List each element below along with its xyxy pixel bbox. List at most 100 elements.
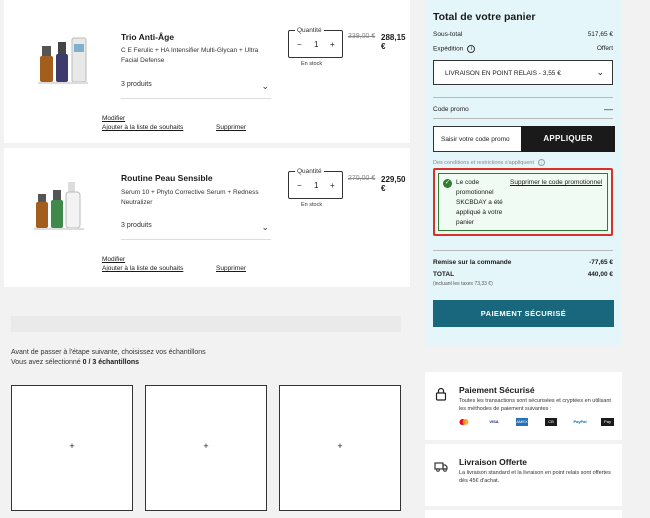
info-icon[interactable]: i bbox=[467, 45, 476, 53]
discount-label: Remise sur la commande bbox=[433, 259, 512, 266]
discounted-price: 288,15 € bbox=[381, 33, 406, 51]
promo-applied-message: ✓ Le code promotionnel SKCBDAY a été app… bbox=[433, 168, 613, 236]
quantity-label: Quantité bbox=[295, 168, 324, 175]
discount-value: -77,65 € bbox=[589, 259, 613, 266]
payment-methods: VISA AMEX CB PayPal Pay bbox=[459, 418, 619, 428]
secure-payment-card: Paiement Sécurisé Toutes les transaction… bbox=[425, 372, 622, 440]
remove-promo-link[interactable]: Supprimer le code promotionnel bbox=[510, 179, 602, 186]
divider bbox=[433, 97, 613, 98]
product-image bbox=[34, 182, 84, 230]
stock-status: En stock bbox=[301, 61, 323, 67]
shipping-method-select[interactable]: LIVRAISON EN POINT RELAIS - 3,55 € ⌄ bbox=[433, 60, 613, 85]
product-count-dropdown[interactable]: 3 produits ⌄ bbox=[121, 222, 271, 240]
promo-code-toggle[interactable]: Code promo — bbox=[433, 104, 613, 114]
product-count-dropdown[interactable]: 3 produits ⌄ bbox=[121, 81, 271, 99]
free-delivery-text: La livraison standard et la livraison en… bbox=[459, 470, 611, 484]
loading-placeholder-bar bbox=[11, 316, 401, 332]
subtotal-row: Sous-total 517,65 € bbox=[433, 31, 613, 38]
promo-code-input[interactable]: Saisir votre code promo bbox=[433, 126, 523, 152]
product-name[interactable]: Routine Peau Sensible bbox=[121, 173, 213, 183]
quantity-value[interactable]: 1 bbox=[314, 40, 318, 49]
free-delivery-title: Livraison Offerte bbox=[459, 457, 528, 467]
paypal-icon: PayPal bbox=[573, 419, 587, 424]
quantity-stepper[interactable]: − 1 + bbox=[288, 171, 343, 199]
shipping-method-value: LIVRAISON EN POINT RELAIS - 3,55 € bbox=[445, 70, 561, 77]
check-circle-icon: ✓ bbox=[443, 179, 452, 188]
mastercard-icon bbox=[459, 418, 469, 426]
order-summary: Total de votre panier Sous-total 517,65 … bbox=[425, 0, 622, 346]
product-count-label: 3 produits bbox=[121, 222, 152, 229]
discounted-price: 229,50 € bbox=[381, 175, 406, 193]
amex-icon: AMEX bbox=[516, 418, 528, 426]
cart-item: Trio Anti-Âge C E Ferulic + HA Intensifi… bbox=[4, 0, 410, 143]
visa-icon: VISA bbox=[489, 419, 499, 424]
cart-panel: Trio Anti-Âge C E Ferulic + HA Intensifi… bbox=[4, 0, 410, 287]
shipping-row: Expédition i Offert bbox=[433, 45, 613, 53]
shipping-value: Offert bbox=[596, 45, 613, 52]
samples-selected: Vous avez sélectionné 0 / 3 échantillons bbox=[11, 358, 206, 368]
product-count-label: 3 produits bbox=[121, 81, 152, 88]
samples-selected-prefix: Vous avez sélectionné bbox=[11, 359, 81, 366]
quantity-decrease-button[interactable]: − bbox=[297, 181, 302, 190]
quantity-label: Quantité bbox=[295, 27, 324, 34]
promo-applied-text: Le code promotionnel SKCBDAY a été appli… bbox=[456, 179, 503, 226]
total-label: TOTAL bbox=[433, 271, 455, 278]
samples-selected-count: 0 / 3 échantillons bbox=[82, 359, 140, 366]
tax-note: (incluant les taxes 73,33 €) bbox=[433, 281, 493, 287]
add-sample-icon: + bbox=[337, 441, 343, 451]
delivery-truck-icon bbox=[434, 462, 448, 472]
lock-icon bbox=[435, 387, 447, 401]
quantity-stepper[interactable]: − 1 + bbox=[288, 30, 343, 58]
info-icon[interactable]: i bbox=[538, 159, 546, 166]
samples-instructions: Avant de passer à l'étape suivante, choi… bbox=[11, 348, 206, 368]
promo-conditions: Des conditions et restrictions s'appliqu… bbox=[433, 159, 546, 166]
quantity-decrease-button[interactable]: − bbox=[297, 40, 302, 49]
add-sample-icon: + bbox=[203, 441, 209, 451]
stock-status: En stock bbox=[301, 202, 323, 208]
apple-pay-icon: Pay bbox=[601, 418, 614, 426]
promo-conditions-text: Des conditions et restrictions s'appliqu… bbox=[433, 159, 535, 166]
sample-slot[interactable]: + bbox=[145, 385, 267, 511]
add-to-wishlist-link[interactable]: Ajouter à la liste de souhaits bbox=[102, 265, 183, 272]
modify-link[interactable]: Modifier bbox=[102, 115, 125, 122]
promo-code-label: Code promo bbox=[433, 106, 469, 113]
apply-promo-button[interactable]: APPLIQUER bbox=[521, 126, 615, 152]
sample-slot[interactable]: + bbox=[279, 385, 401, 511]
original-price: 339,00 € bbox=[348, 33, 376, 40]
remove-item-link[interactable]: Supprimer bbox=[216, 265, 246, 272]
total-value: 440,00 € bbox=[587, 271, 613, 278]
chevron-down-icon: ⌄ bbox=[261, 222, 269, 232]
promo-applied-box: ✓ Le code promotionnel SKCBDAY a été app… bbox=[438, 173, 608, 231]
info-card bbox=[425, 510, 622, 518]
secure-checkout-button[interactable]: PAIEMENT SÉCURISÉ bbox=[433, 300, 614, 327]
collapse-icon[interactable]: — bbox=[604, 104, 613, 114]
product-name[interactable]: Trio Anti-Âge bbox=[121, 32, 174, 42]
secure-payment-text: Toutes les transactions sont sécurisées … bbox=[459, 398, 611, 412]
divider bbox=[433, 250, 613, 251]
summary-title: Total de votre panier bbox=[433, 11, 536, 23]
subtotal-value: 517,65 € bbox=[587, 31, 613, 38]
product-image bbox=[38, 37, 88, 84]
total-row: TOTAL 440,00 € bbox=[433, 271, 613, 278]
add-sample-icon: + bbox=[69, 441, 75, 451]
shipping-label: Expédition bbox=[433, 45, 464, 53]
original-price: 270,00 € bbox=[348, 175, 376, 182]
quantity-increase-button[interactable]: + bbox=[330, 181, 335, 190]
secure-payment-title: Paiement Sécurisé bbox=[459, 385, 535, 395]
modify-link[interactable]: Modifier bbox=[102, 256, 125, 263]
add-to-wishlist-link[interactable]: Ajouter à la liste de souhaits bbox=[102, 124, 183, 131]
product-description: Serum 10 + Phyto Corrective Serum + Redn… bbox=[121, 189, 259, 206]
discount-row: Remise sur la commande -77,65 € bbox=[433, 259, 613, 266]
free-delivery-card: Livraison Offerte La livraison standard … bbox=[425, 444, 622, 506]
quantity-value[interactable]: 1 bbox=[314, 181, 318, 190]
quantity-increase-button[interactable]: + bbox=[330, 40, 335, 49]
remove-item-link[interactable]: Supprimer bbox=[216, 124, 246, 131]
divider bbox=[433, 118, 613, 119]
chevron-down-icon: ⌄ bbox=[596, 67, 604, 77]
cb-card-icon: CB bbox=[545, 418, 557, 426]
cart-item: Routine Peau Sensible Serum 10 + Phyto C… bbox=[4, 148, 410, 291]
chevron-down-icon: ⌄ bbox=[261, 81, 269, 91]
sample-slot[interactable]: + bbox=[11, 385, 133, 511]
subtotal-label: Sous-total bbox=[433, 31, 463, 38]
samples-prompt: Avant de passer à l'étape suivante, choi… bbox=[11, 349, 206, 356]
